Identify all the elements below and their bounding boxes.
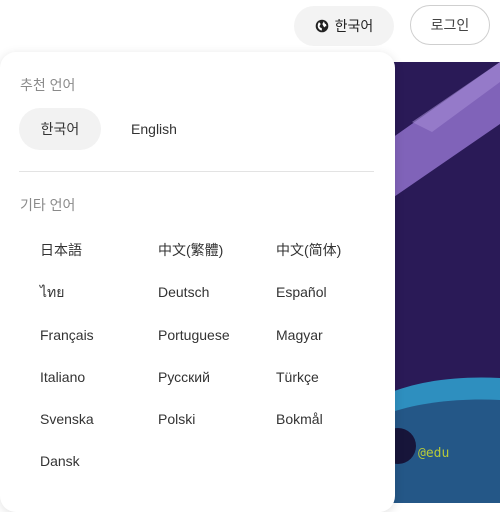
language-option-japanese[interactable]: 日本語 xyxy=(40,232,158,274)
recommended-languages-title: 추천 언어 xyxy=(20,77,76,93)
language-option-chinese-simplified[interactable]: 中文(简体) xyxy=(276,232,380,274)
language-dropdown: 추천 언어 한국어 English 기타 언어 日本語 中文(繁體) 中文(简体… xyxy=(0,52,395,512)
language-option-russian[interactable]: Русский xyxy=(158,359,276,401)
language-option-spanish[interactable]: Español xyxy=(276,274,380,316)
language-option-danish[interactable]: Dansk xyxy=(40,443,158,485)
language-option-french[interactable]: Français xyxy=(40,317,158,359)
edu-watermark: @edu xyxy=(418,446,450,461)
language-option-chinese-traditional[interactable]: 中文(繁體) xyxy=(158,232,276,274)
language-option-polish[interactable]: Polski xyxy=(158,401,276,443)
language-option-korean[interactable]: 한국어 xyxy=(19,108,101,150)
language-option-norwegian-bokmal[interactable]: Bokmål xyxy=(276,401,380,443)
other-languages-title: 기타 언어 xyxy=(20,197,76,213)
hero-background: @edu xyxy=(392,62,500,503)
language-option-turkish[interactable]: Türkçe xyxy=(276,359,380,401)
login-button[interactable]: 로그인 xyxy=(410,5,490,45)
language-option-english[interactable]: English xyxy=(112,108,196,150)
language-option-hungarian[interactable]: Magyar xyxy=(276,317,380,359)
language-option-swedish[interactable]: Svenska xyxy=(40,401,158,443)
language-option-italian[interactable]: Italiano xyxy=(40,359,158,401)
language-option-german[interactable]: Deutsch xyxy=(158,274,276,316)
language-option-portuguese[interactable]: Portuguese xyxy=(158,317,276,359)
divider xyxy=(19,171,374,172)
language-selector-button[interactable]: 한국어 xyxy=(294,6,394,46)
language-button-label: 한국어 xyxy=(334,18,374,34)
other-languages-grid: 日本語 中文(繁體) 中文(简体) ไทย Deutsch Español Fr… xyxy=(40,232,380,486)
language-option-thai[interactable]: ไทย xyxy=(40,274,158,316)
globe-icon xyxy=(315,19,329,33)
top-header: 한국어 로그인 xyxy=(0,0,500,56)
